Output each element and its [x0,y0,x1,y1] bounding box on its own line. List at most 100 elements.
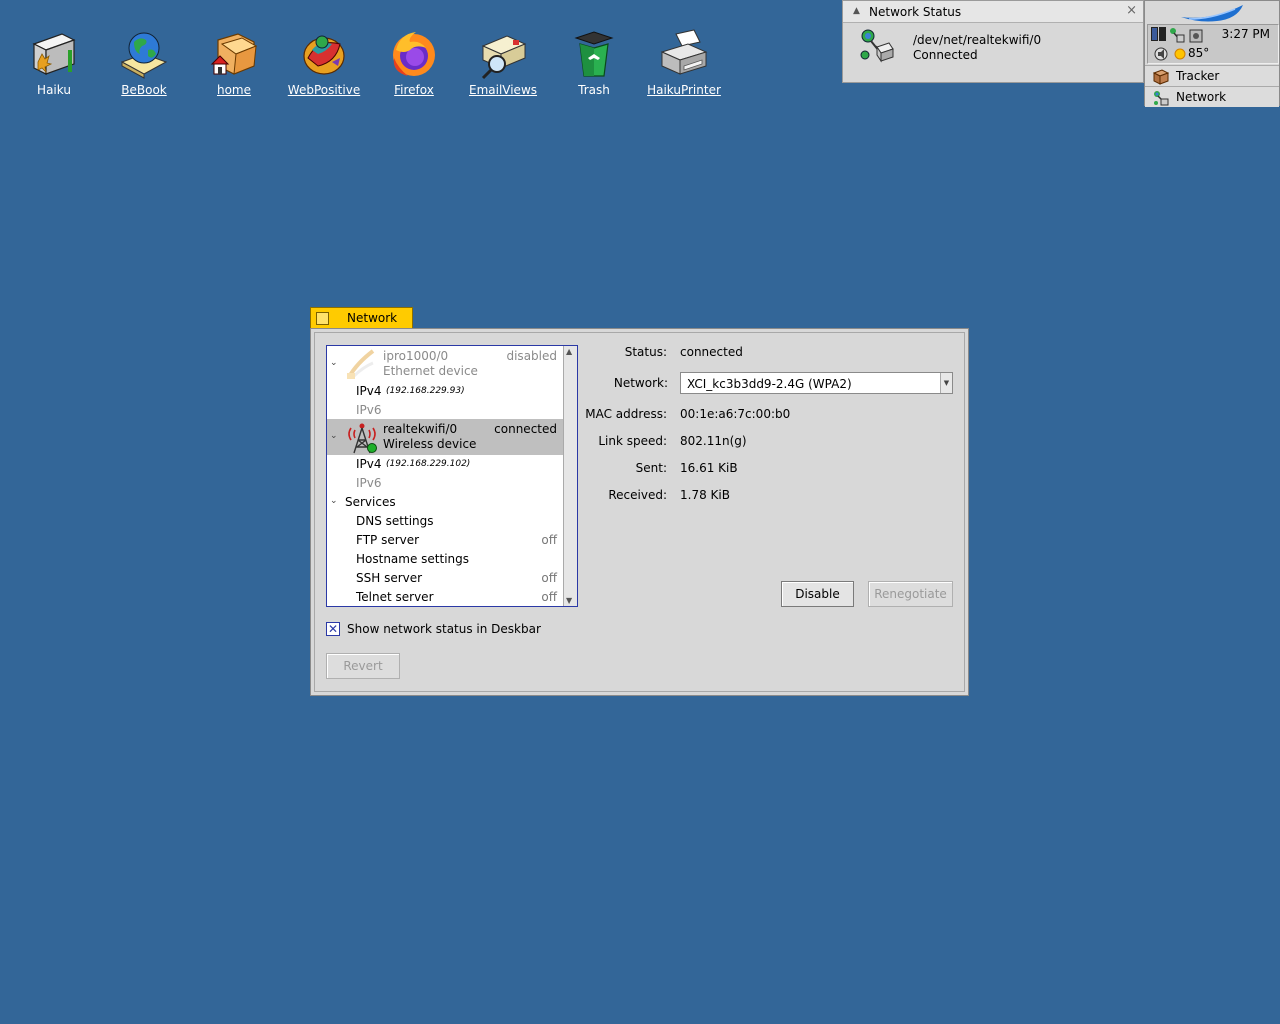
deskbar-item-tracker[interactable]: Tracker [1145,65,1279,86]
network-status-window: ▲ Network Status × /dev/net/realtekwifi/… [842,0,1144,83]
collapse-icon[interactable]: ▲ [853,6,860,16]
service-name: FTP server [356,533,420,547]
status-label: Status: [624,345,667,359]
show-status-checkbox[interactable]: ✕ [326,622,340,636]
weather-sun-icon[interactable] [1173,47,1187,61]
ip-address: (192.168.229.93) [386,386,465,396]
device-name: ipro1000/0 [383,349,449,363]
desktop-icon-emailviews[interactable]: EmailViews [458,28,548,97]
service-state: off [541,533,557,547]
desktop-icon-label: Firefox [394,83,434,97]
network-status-body: /dev/net/realtekwifi/0 Connected [843,23,1143,81]
network-label: Network: [613,376,668,390]
desktop-icon-bebook[interactable]: BeBook [99,28,189,97]
firefox-icon [393,32,435,76]
service-row-hostname[interactable]: Hostname settings [327,550,564,569]
tracker-icon [1153,69,1169,85]
chevron-down-icon[interactable]: ⌄ [330,358,338,368]
network-status-titlebar[interactable]: ▲ Network Status × [843,1,1143,23]
emailviews-icon [481,35,527,80]
link-speed-value: 802.11n(g) [680,434,747,448]
service-row-ssh[interactable]: SSH server off [327,569,564,588]
network-select-value: XCI_kc3b3dd9-2.4G (WPA2) [687,377,852,391]
protocol-label: IPv4 [356,457,382,471]
volume-icon[interactable] [1153,46,1169,62]
interface-list[interactable]: ⌄ ipro1000/0 Ethernet device disabled IP… [326,345,578,607]
ip-address: (192.168.229.102) [386,459,471,469]
chevron-down-icon[interactable]: ▼ [940,373,952,393]
device-row-wireless[interactable]: ⌄ realtekwifi/0 Wireless device connecte… [327,419,564,455]
service-state: off [541,590,557,604]
webpositive-icon [303,35,345,75]
service-row-dns[interactable]: DNS settings [327,512,564,531]
protocol-row-ipv6[interactable]: IPv6 [327,401,564,420]
protocol-row-ipv4[interactable]: IPv4 (192.168.229.102) [327,455,564,474]
deskbar-tray: 85° 3:27 PM [1147,24,1279,64]
wifi-tower-icon [348,423,377,454]
desktop-icon-label: Trash [578,83,610,97]
renegotiate-button[interactable]: Renegotiate [868,581,953,607]
network-status-device: /dev/net/realtekwifi/0 [913,33,1042,47]
link-speed-label: Link speed: [598,434,667,448]
scroll-down-icon[interactable]: ▼ [566,596,572,605]
network-status-icon [860,29,894,63]
deskbar-item-label: Network [1176,90,1227,104]
desktop-icon-label: home [216,83,252,97]
deskbar-clock[interactable]: 3:27 PM [1222,27,1270,41]
ethernet-icon [347,349,375,379]
desktop-icon-home[interactable]: home [189,28,279,97]
desktop-icon-label: WebPositive [287,83,361,97]
haiku-disk-icon [32,33,76,75]
chevron-down-icon[interactable]: ⌄ [330,496,338,506]
service-name: Hostname settings [356,552,470,566]
deskbar: 85° 3:27 PM Tracker Network [1144,0,1280,107]
mac-address-label: MAC address: [585,407,667,421]
service-name: Telnet server [356,590,434,604]
services-group[interactable]: ⌄ Services [327,493,564,512]
desktop-icon-label: EmailViews [468,83,538,97]
network-tray-icon[interactable] [1169,27,1185,43]
protocol-row-ipv4[interactable]: IPv4 (192.168.229.93) [327,382,564,401]
desktop-icon-haiku[interactable]: Haiku [9,28,99,97]
deskbar-item-label: Tracker [1176,69,1220,83]
service-row-telnet[interactable]: Telnet server off [327,588,564,606]
revert-button[interactable]: Revert [326,653,400,679]
close-icon[interactable]: × [1126,3,1137,18]
device-type: Wireless device [383,437,477,451]
network-window-title: Network [347,311,398,325]
device-name: realtekwifi/0 [383,422,458,436]
window-close-icon[interactable] [316,312,329,325]
haiku-leaf-icon[interactable] [1179,3,1245,25]
service-row-ftp[interactable]: FTP server off [327,531,564,550]
network-window-tab[interactable]: Network [310,307,413,329]
network-icon [1154,91,1169,106]
sent-value: 16.61 KiB [680,461,738,475]
mac-address-value: 00:1e:a6:7c:00:b0 [680,407,791,421]
process-monitor-icon[interactable] [1151,27,1167,41]
network-status-title: Network Status [869,5,962,19]
chevron-down-icon[interactable]: ⌄ [330,431,338,441]
sent-label: Sent: [635,461,667,475]
printer-icon [660,29,708,75]
network-status-state: Connected [913,48,978,62]
trash-icon [574,31,614,77]
show-status-label[interactable]: Show network status in Deskbar [347,622,541,636]
desktop-icon-webpositive[interactable]: WebPositive [279,28,369,97]
desktop-icon-trash[interactable]: Trash [549,28,639,97]
protocol-label: IPv6 [356,476,382,490]
deskbar-item-network[interactable]: Network [1145,86,1279,107]
desktop-icon-label: HaikuPrinter [647,83,721,97]
status-value: connected [680,345,743,359]
temperature-readout[interactable]: 85° [1188,46,1209,60]
device-row-ethernet[interactable]: ⌄ ipro1000/0 Ethernet device disabled [327,346,564,382]
protocol-label: IPv6 [356,403,382,417]
interface-list-rows: ⌄ ipro1000/0 Ethernet device disabled IP… [327,346,564,606]
received-value: 1.78 KiB [680,488,730,502]
media-icon[interactable] [1188,27,1204,43]
network-select[interactable]: XCI_kc3b3dd9-2.4G (WPA2) ▼ [680,372,953,394]
services-label: Services [345,495,396,509]
disable-button[interactable]: Disable [781,581,854,607]
protocol-row-ipv6[interactable]: IPv6 [327,474,564,493]
desktop-icon-firefox[interactable]: Firefox [369,28,459,97]
desktop-icon-haikuprinter[interactable]: HaikuPrinter [639,28,729,97]
